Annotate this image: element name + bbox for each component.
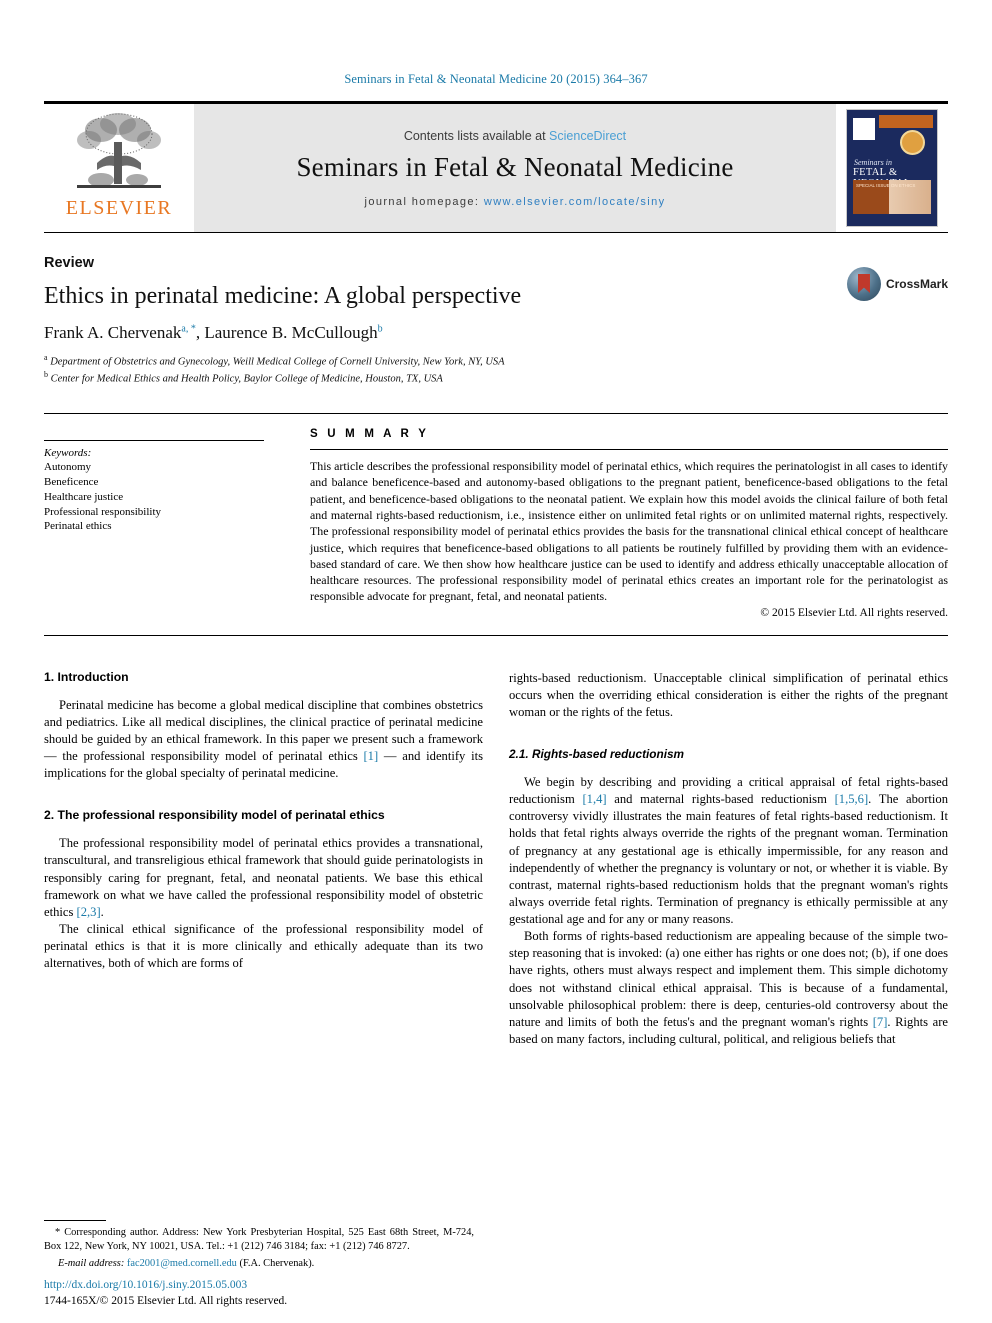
author-1-marks: a, * xyxy=(181,322,196,334)
footnote-text: Corresponding author. Address: New York … xyxy=(44,1226,474,1252)
email-label: E-mail address: xyxy=(58,1257,125,1269)
citation-ref[interactable]: [1,5,6] xyxy=(835,792,869,806)
affiliation-1-mark: a xyxy=(44,352,48,362)
elsevier-wordmark: ELSEVIER xyxy=(65,197,173,219)
keywords-rule xyxy=(44,440,264,442)
cover-badge-icon xyxy=(900,130,925,155)
section-heading-model: 2. The professional responsibility model… xyxy=(44,808,385,823)
email-note: E-mail address: fac2001@med.cornell.edu … xyxy=(44,1257,474,1271)
paragraph-model-1: The professional responsibility model of… xyxy=(44,835,483,921)
keywords-label: Keywords: xyxy=(44,447,92,460)
journal-cover-thumbnail: Seminars in FETAL & NEONATAL medicine SP… xyxy=(836,104,948,232)
article-first-page: Seminars in Fetal & Neonatal Medicine 20… xyxy=(0,0,992,1323)
cover-top-bar xyxy=(879,115,933,128)
paragraph-rights-1-part2: and maternal rights-based reductionism xyxy=(606,792,835,807)
subsection-heading-rights-based-reductionism: 2.1. Rights-based reductionism xyxy=(509,747,685,762)
author-2-marks: b xyxy=(377,322,383,334)
author-list: Frank A. Chervenaka, *, Laurence B. McCu… xyxy=(44,322,383,342)
journal-masthead: ELSEVIER Contents lists available at Sci… xyxy=(44,101,948,233)
keywords-block: Keywords: Autonomy Beneficence Healthcar… xyxy=(44,428,288,619)
abstract-band: Keywords: Autonomy Beneficence Healthcar… xyxy=(44,413,948,636)
corresponding-author-note: * Corresponding author. Address: New Yor… xyxy=(44,1226,474,1254)
section-heading-introduction: 1. Introduction xyxy=(44,669,129,684)
affiliation-2: b Center for Medical Ethics and Health P… xyxy=(44,369,948,387)
journal-banner: Contents lists available at ScienceDirec… xyxy=(194,104,836,232)
page-title: Ethics in perinatal medicine: A global p… xyxy=(44,283,522,309)
citation-ref[interactable]: [1,4] xyxy=(582,792,606,806)
right-column: rights-based reductionism. Unacceptable … xyxy=(509,670,948,1140)
crossmark-badge[interactable]: CrossMark xyxy=(846,267,948,301)
keyword-item: Beneficence xyxy=(44,475,99,488)
running-head: Seminars in Fetal & Neonatal Medicine 20… xyxy=(344,72,648,86)
issn-copyright-line: 1744-165X/© 2015 Elsevier Ltd. All right… xyxy=(44,1294,288,1307)
keyword-item: Perinatal ethics xyxy=(44,520,112,533)
affiliation-1-text: Department of Obstetrics and Gynecology,… xyxy=(50,356,505,368)
contents-available-line: Contents lists available at ScienceDirec… xyxy=(404,129,626,143)
keyword-item: Autonomy xyxy=(44,461,92,474)
doi-link[interactable]: http://dx.doi.org/10.1016/j.siny.2015.05… xyxy=(44,1277,474,1293)
cover-script-line: Seminars in xyxy=(854,158,892,167)
author-name-1[interactable]: Frank A. Chervenak xyxy=(44,323,181,342)
paragraph-model-1-part2: . xyxy=(100,904,104,919)
cover-image: Seminars in FETAL & NEONATAL medicine SP… xyxy=(846,109,938,227)
author-name-2[interactable]: Laurence B. McCullough xyxy=(204,323,377,342)
citation-ref[interactable]: [2,3] xyxy=(77,905,101,919)
footnote-rule xyxy=(44,1219,106,1221)
paragraph-rights-1: We begin by describing and providing a c… xyxy=(509,774,948,928)
paragraph-rights-1-part3: . The abortion controversy vividly illus… xyxy=(509,792,948,927)
crossmark-icon xyxy=(846,267,881,301)
email-link[interactable]: fac2001@med.cornell.edu xyxy=(127,1258,237,1269)
keyword-item: Professional responsibility xyxy=(44,505,162,518)
citation-ref[interactable]: [7] xyxy=(873,1015,888,1029)
summary-copyright: © 2015 Elsevier Ltd. All rights reserved… xyxy=(760,606,948,619)
footnote-marker: * xyxy=(55,1226,61,1238)
elsevier-tree-icon xyxy=(67,108,171,200)
affiliation-2-mark: b xyxy=(44,370,48,380)
publisher-logo: ELSEVIER xyxy=(44,104,194,232)
affiliation-2-text: Center for Medical Ethics and Health Pol… xyxy=(50,373,443,385)
email-owner: (F.A. Chervenak). xyxy=(239,1257,315,1269)
cover-photo-caption: SPECIAL ISSUE ON ETHICS xyxy=(856,183,916,188)
journal-title: Seminars in Fetal & Neonatal Medicine xyxy=(296,151,734,182)
keyword-item: Healthcare justice xyxy=(44,490,124,503)
cover-elsevier-mark xyxy=(853,118,875,140)
article-type: Review xyxy=(44,255,94,271)
summary-block: S U M M A R Y This article describes the… xyxy=(310,428,948,619)
summary-heading: S U M M A R Y xyxy=(310,428,430,441)
homepage-url-link[interactable]: www.elsevier.com/locate/siny xyxy=(484,196,666,208)
affiliation-1: a Department of Obstetrics and Gynecolog… xyxy=(44,352,948,370)
summary-rule xyxy=(310,449,948,451)
cover-photo: SPECIAL ISSUE ON ETHICS xyxy=(853,180,931,214)
crossmark-label: CrossMark xyxy=(885,277,948,291)
sciencedirect-link[interactable]: ScienceDirect xyxy=(549,129,626,143)
contents-prefix: Contents lists available at xyxy=(403,128,546,143)
footer-block: http://dx.doi.org/10.1016/j.siny.2015.05… xyxy=(44,1277,474,1309)
paragraph-intro: Perinatal medicine has become a global m… xyxy=(44,697,483,783)
article-header: Review Ethics in perinatal medicine: A g… xyxy=(44,255,948,387)
paragraph-rights-2: Both forms of rights-based reductionism … xyxy=(509,928,948,1048)
summary-text: This article describes the professional … xyxy=(310,459,948,604)
body-columns: 1. Introduction Perinatal medicine has b… xyxy=(44,670,948,1140)
paragraph-continued: rights-based reductionism. Unacceptable … xyxy=(509,670,948,719)
journal-homepage-line: journal homepage: www.elsevier.com/locat… xyxy=(364,196,665,208)
paragraph-model-2: The clinical ethical significance of the… xyxy=(44,921,483,971)
footnote-block: * Corresponding author. Address: New Yor… xyxy=(44,1219,474,1271)
homepage-label: journal homepage: xyxy=(364,195,480,208)
left-column: 1. Introduction Perinatal medicine has b… xyxy=(44,670,483,1140)
paragraph-model-1-part1: The professional responsibility model of… xyxy=(44,836,483,919)
citation-ref[interactable]: [1] xyxy=(363,749,378,763)
